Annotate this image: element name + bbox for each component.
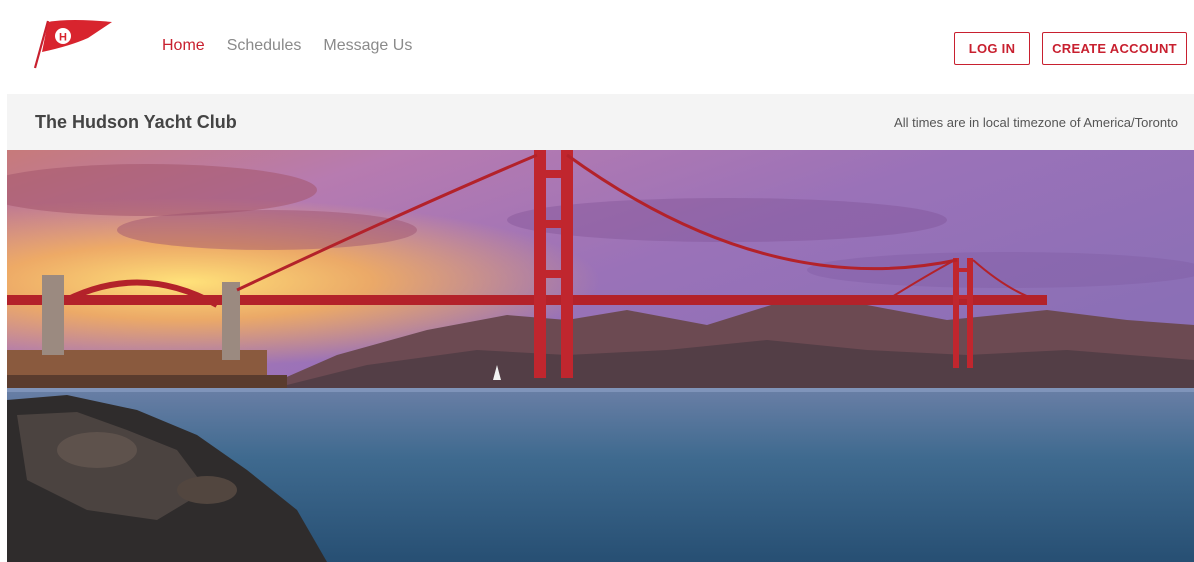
tower-crossbar [534, 170, 573, 178]
far-tower-leg [967, 258, 973, 368]
far-tower-leg [953, 258, 959, 368]
water-highlight [7, 388, 1194, 392]
page-title: The Hudson Yacht Club [35, 112, 237, 132]
rock [177, 476, 237, 504]
club-header-bar: The Hudson Yacht Club All times are in l… [7, 94, 1194, 150]
pennant-flag-icon: H [33, 20, 112, 69]
rock [57, 432, 137, 468]
nav-schedules[interactable]: Schedules [227, 37, 302, 55]
timezone-note: All times are in local timezone of Ameri… [894, 115, 1178, 130]
cloud [117, 210, 417, 250]
bridge-pier [222, 282, 240, 360]
nav-home[interactable]: Home [162, 37, 205, 55]
bridge-pier [42, 275, 64, 355]
login-button[interactable]: LOG IN [954, 32, 1030, 65]
tower-crossbar [534, 220, 573, 228]
top-navigation-bar: H Home Schedules Message Us LOG IN CREAT… [0, 0, 1194, 93]
logo-letter: H [59, 32, 67, 44]
golden-gate-bridge-illustration [7, 150, 1194, 562]
shoreline [7, 375, 287, 390]
tower-crossbar [534, 270, 573, 278]
main-nav: Home Schedules Message Us [162, 37, 412, 55]
club-logo[interactable]: H [30, 16, 116, 72]
main-tower-leg [561, 150, 573, 378]
tower-crossbar [953, 295, 973, 299]
main-tower-leg [534, 150, 546, 378]
tower-crossbar [953, 268, 973, 272]
hero-banner-image [7, 150, 1194, 562]
nav-message-us[interactable]: Message Us [323, 37, 412, 55]
create-account-button[interactable]: CREATE ACCOUNT [1042, 32, 1187, 65]
